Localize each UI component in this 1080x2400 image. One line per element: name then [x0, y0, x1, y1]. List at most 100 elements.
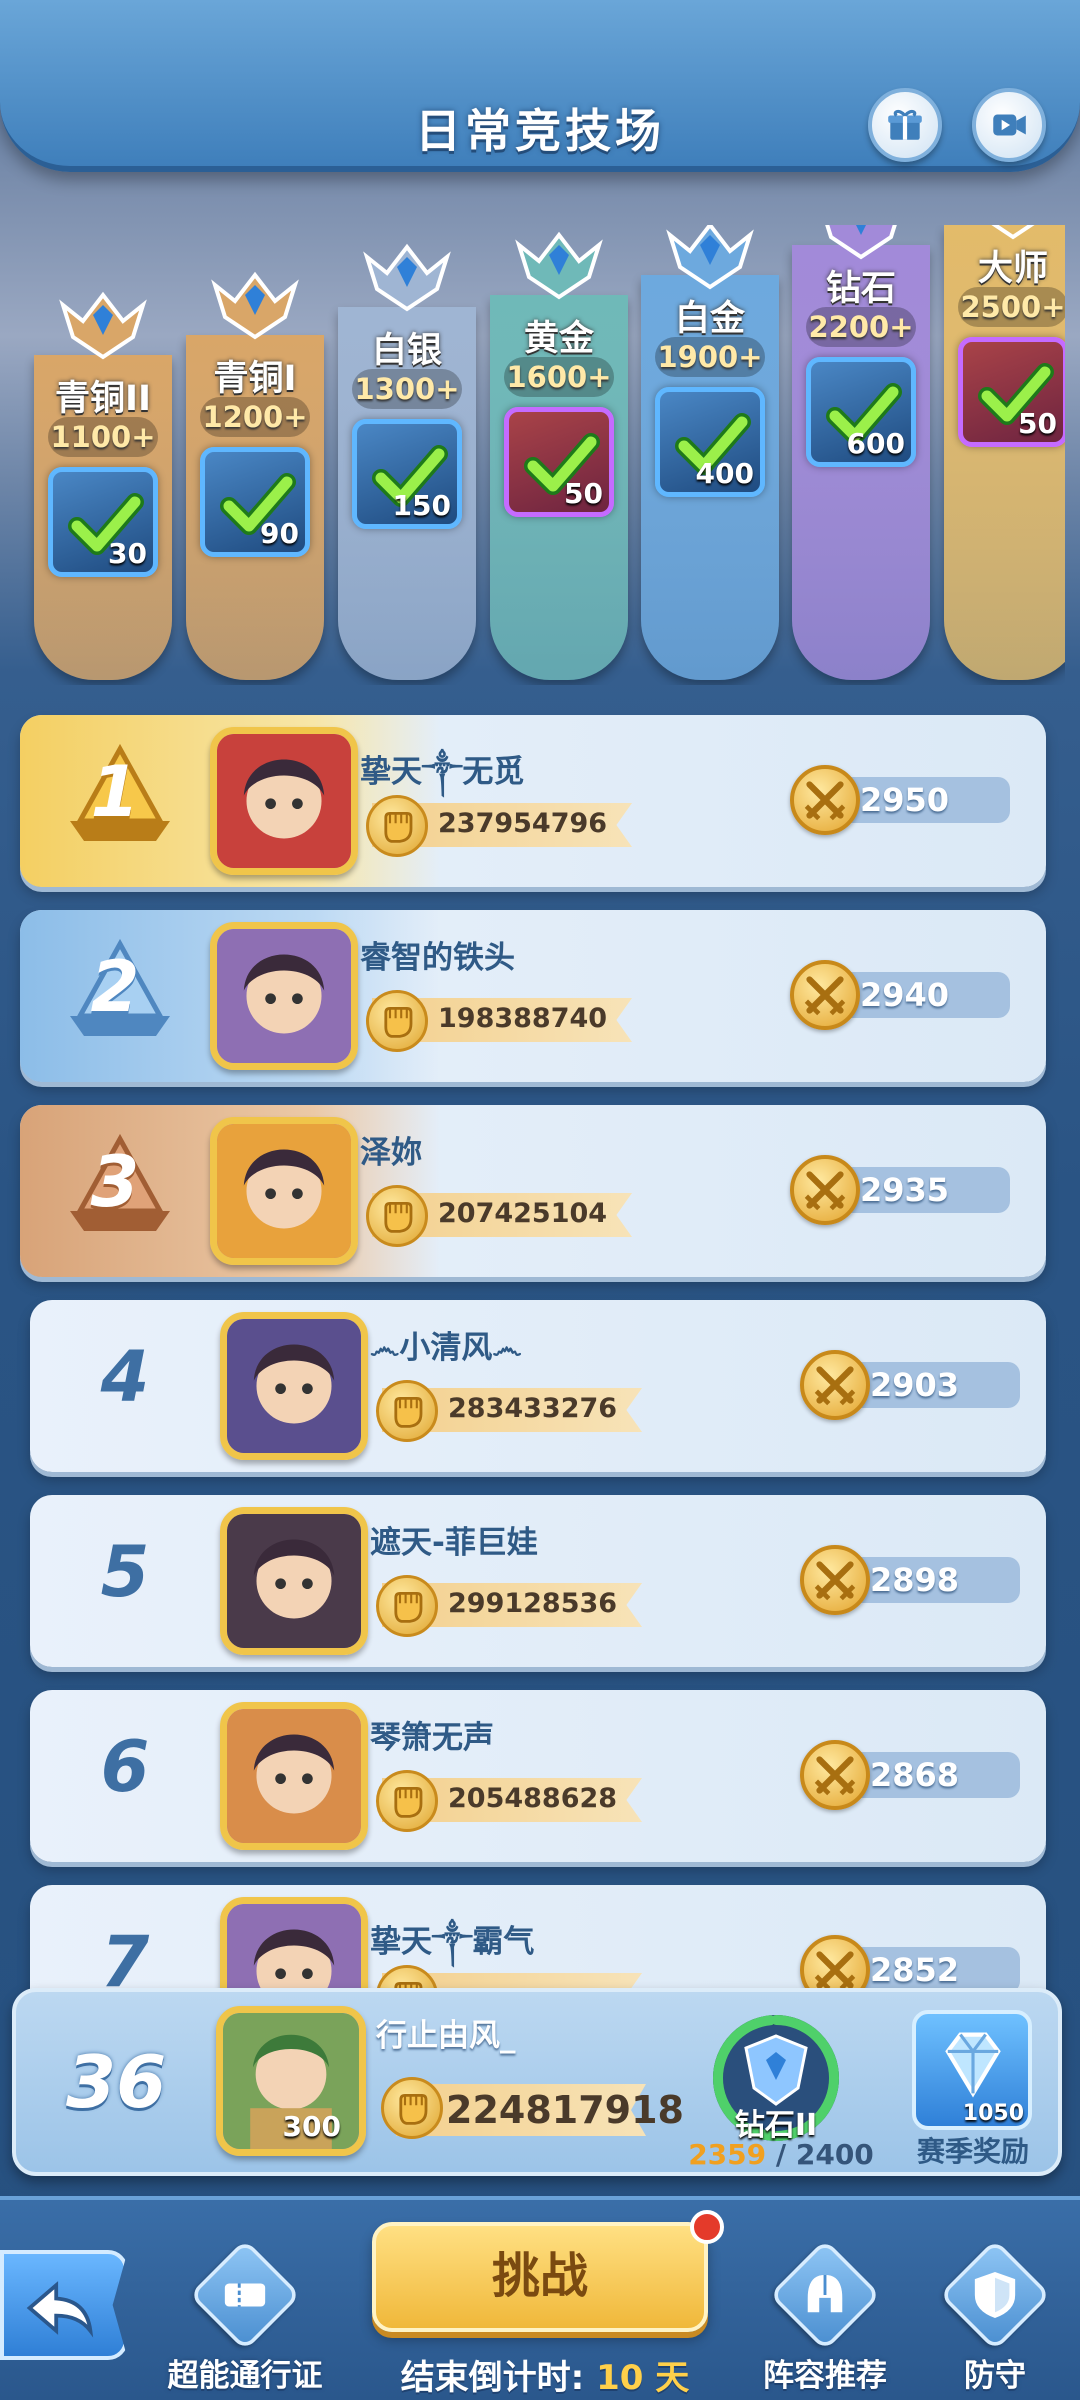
reward-count: 400 [695, 457, 754, 490]
back-button[interactable] [0, 2250, 128, 2360]
tier-progress-separator: / [766, 2138, 796, 2171]
rank-number: 2 [90, 946, 140, 1028]
my-power: 224817918 [446, 2088, 684, 2132]
countdown-value: 10 天 [596, 2358, 690, 2398]
avatar-portrait [217, 734, 351, 868]
player-power: 283433276 [448, 1393, 618, 1424]
avatar-portrait [227, 1514, 361, 1648]
defense-button[interactable]: 防守 [920, 2238, 1070, 2394]
my-rank-panel: 36 300 行止由风_ 224817918 钻石II 2359 / 2400 … [12, 1988, 1062, 2176]
player-avatar[interactable] [210, 922, 358, 1070]
player-power: 205488628 [448, 1783, 618, 1814]
tier-reward-item[interactable]: 400 [655, 387, 765, 497]
ranking-row[interactable]: 4 ෴小清风෴ 283433276 2903 [30, 1300, 1046, 1472]
arena-score: 2903 [870, 1366, 960, 1404]
defense-label: 防守 [964, 2358, 1026, 2394]
tier-name: 黄金 [523, 319, 594, 359]
player-name: 睿智的铁头 [360, 940, 515, 976]
my-tier-progress: 2359 / 2400 [681, 2138, 881, 2171]
avatar-portrait [227, 1319, 361, 1453]
crossed-swords-icon [800, 1545, 870, 1615]
season-reward-button[interactable]: 1050 [912, 2010, 1032, 2130]
reward-count: 50 [1018, 407, 1057, 440]
tier-threshold: 1900+ [655, 337, 765, 377]
player-avatar[interactable] [220, 1702, 368, 1850]
tier-card[interactable]: 白银 1300+ 150 [338, 243, 476, 680]
avatar-portrait [227, 1709, 361, 1843]
tier-threshold: 1300+ [352, 369, 462, 409]
rank-number: 6 [100, 1726, 150, 1808]
reward-count: 90 [260, 517, 299, 550]
battle-pass-label: 超能通行证 [167, 2358, 323, 2394]
tier-reward-item[interactable]: 50 [958, 337, 1065, 447]
crossed-swords-icon [800, 1740, 870, 1810]
tier-card[interactable]: 钻石 2200+ 600 [792, 225, 930, 680]
player-avatar[interactable] [220, 1312, 368, 1460]
arena-score: 2868 [870, 1756, 960, 1794]
player-name: 泽妳 [360, 1135, 422, 1171]
my-avatar[interactable]: 300 [216, 2006, 366, 2156]
tier-card[interactable]: 大师 2500+ 50 [944, 225, 1065, 680]
tier-emblem-icon [205, 255, 305, 355]
header-bar: 日常竞技场 [0, 0, 1080, 172]
crossed-swords-icon [790, 765, 860, 835]
countdown: 结束倒计时: 10 天 [380, 2350, 710, 2399]
lineup-recommend-button[interactable]: 阵容推荐 [750, 2238, 900, 2394]
crossed-swords-icon [800, 1350, 870, 1420]
tier-reward-item[interactable]: 150 [352, 419, 462, 529]
arena-score: 2950 [860, 781, 950, 819]
tier-name: 钻石 [825, 269, 896, 309]
tier-reward-item[interactable]: 30 [48, 467, 158, 577]
crossed-swords-icon [790, 1155, 860, 1225]
player-power: 299128536 [448, 1588, 618, 1619]
tier-card[interactable]: 青铜I 1200+ 90 [186, 271, 324, 680]
ranking-row[interactable]: 7 挚天༒霸气 2852 [30, 1885, 1046, 1995]
arena-score: 2852 [870, 1951, 960, 1989]
tier-threshold: 2500+ [958, 287, 1065, 327]
tier-card[interactable]: 黄金 1600+ 50 [490, 231, 628, 680]
video-icon [993, 114, 1026, 136]
ranking-row[interactable]: 5 遮天-菲巨娃 299128536 2898 [30, 1495, 1046, 1667]
power-fist-icon [366, 1185, 428, 1247]
tier-emblem-icon [509, 225, 609, 315]
tier-emblem-icon [53, 275, 153, 375]
my-level: 300 [282, 2110, 341, 2143]
player-avatar[interactable] [210, 727, 358, 875]
power-fist-icon [381, 2077, 443, 2139]
gift-icon [888, 109, 922, 140]
power-fist-icon [366, 795, 428, 857]
tier-card[interactable]: 青铜II 1100+ 30 [34, 291, 172, 680]
bottom-action-bar: 超能通行证 挑战 结束倒计时: 10 天 阵容推荐 防守 [0, 2196, 1080, 2400]
avatar-portrait [217, 1124, 351, 1258]
player-avatar[interactable] [220, 1897, 368, 1995]
battle-pass-button[interactable]: 超能通行证 [168, 2238, 323, 2394]
ranking-row[interactable]: 1 挚天༒无觅 237954796 2950 [20, 715, 1046, 887]
reward-count: 150 [392, 489, 451, 522]
season-reward-count: 1050 [962, 2101, 1024, 2126]
crossed-swords-icon [790, 960, 860, 1030]
ranking-row[interactable]: 3 泽妳 207425104 2935 [20, 1105, 1046, 1277]
player-power: 237954796 [438, 808, 608, 839]
tier-reward-item[interactable]: 50 [504, 407, 614, 517]
challenge-button[interactable]: 挑战 [372, 2222, 708, 2332]
player-name: 遮天-菲巨娃 [370, 1525, 538, 1561]
video-button[interactable] [972, 88, 1046, 162]
tier-threshold: 1100+ [48, 417, 158, 457]
tier-card[interactable]: 白金 1900+ 400 [641, 225, 779, 680]
tier-reward-item[interactable]: 600 [806, 357, 916, 467]
tier-reward-item[interactable]: 90 [200, 447, 310, 557]
ticket-icon [188, 2238, 302, 2352]
ranking-row[interactable]: 6 琴箫无声 205488628 2868 [30, 1690, 1046, 1862]
ranking-list[interactable]: 1 挚天༒无觅 237954796 2950 2 睿智的铁头 198388740 2940 3 泽… [0, 705, 1080, 1995]
my-rank-number: 36 [66, 2040, 167, 2124]
rank-number: 1 [90, 751, 140, 833]
tier-name: 白金 [674, 299, 745, 339]
gift-button[interactable] [868, 88, 942, 162]
player-avatar[interactable] [210, 1117, 358, 1265]
power-fist-icon [376, 1770, 438, 1832]
tier-progress-current: 2359 [688, 2138, 767, 2171]
rank-number: 3 [90, 1141, 140, 1223]
ranking-row[interactable]: 2 睿智的铁头 198388740 2940 [20, 910, 1046, 1082]
player-power: 207425104 [438, 1198, 608, 1229]
player-avatar[interactable] [220, 1507, 368, 1655]
